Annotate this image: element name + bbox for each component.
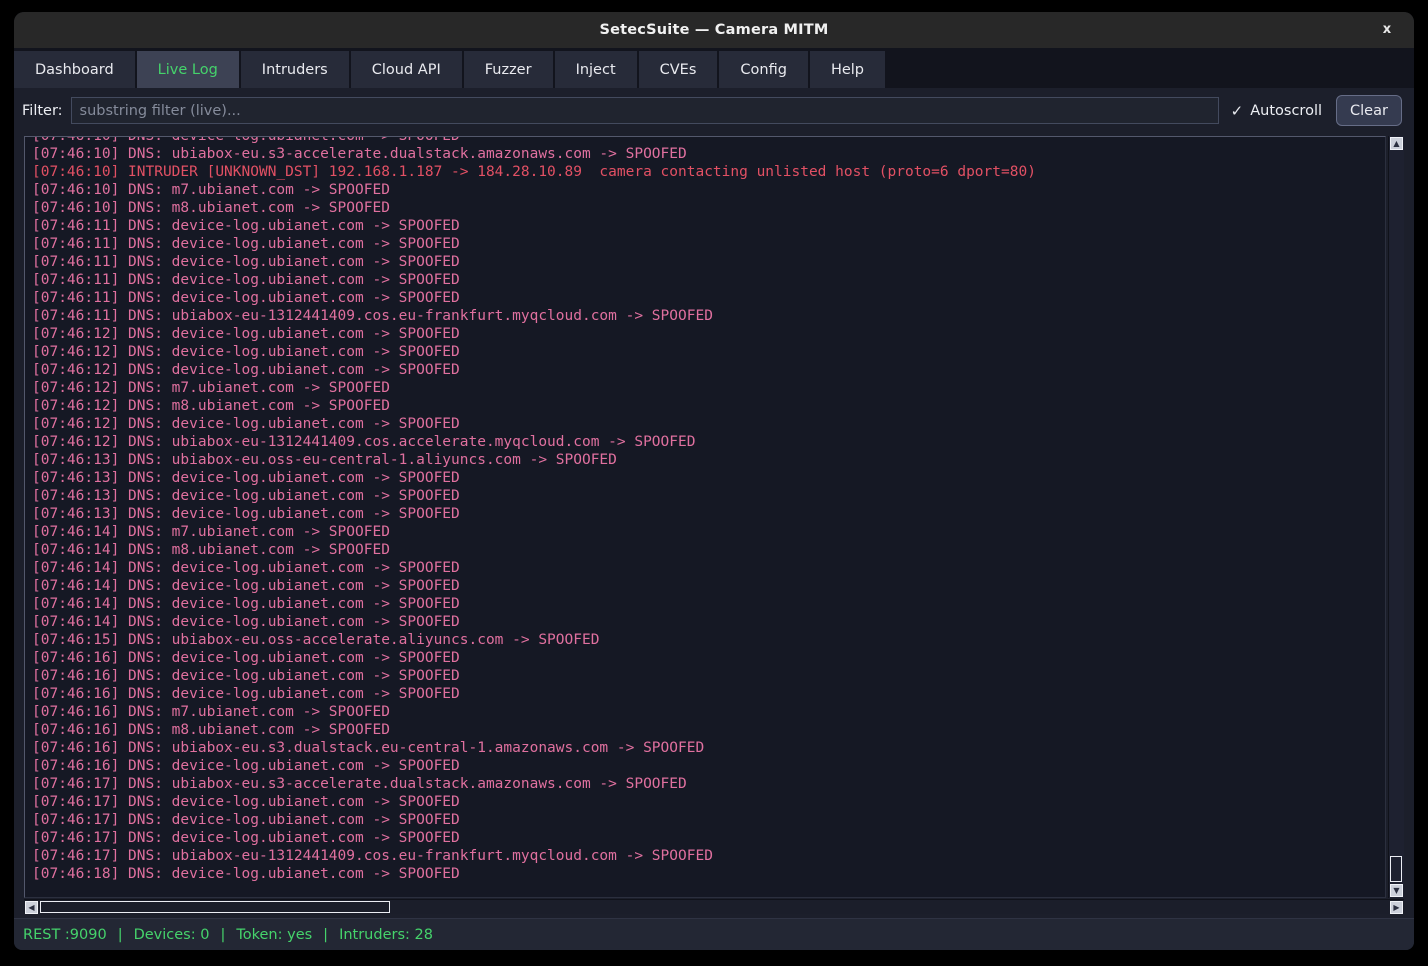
close-button[interactable]: x — [1378, 21, 1396, 39]
log-line: [07:46:14] DNS: device-log.ubianet.com -… — [32, 613, 1385, 631]
log-frame: [07:46:10] DNS: device-log.ubianet.com -… — [24, 136, 1404, 914]
log-line: [07:46:14] DNS: device-log.ubianet.com -… — [32, 595, 1385, 613]
filter-input[interactable] — [71, 97, 1219, 124]
log-line: [07:46:18] DNS: device-log.ubianet.com -… — [32, 865, 1385, 883]
log-line: [07:46:12] DNS: m7.ubianet.com -> SPOOFE… — [32, 379, 1385, 397]
status-separator: | — [323, 927, 328, 943]
log-line: [07:46:10] DNS: device-log.ubianet.com -… — [32, 136, 1385, 145]
log-line: [07:46:17] DNS: device-log.ubianet.com -… — [32, 811, 1385, 829]
status-separator: | — [220, 927, 225, 943]
log-output[interactable]: [07:46:10] DNS: device-log.ubianet.com -… — [24, 136, 1386, 898]
window-title: SetecSuite — Camera MITM — [599, 22, 828, 38]
vertical-scrollbar-thumb[interactable] — [1390, 856, 1402, 882]
status-item: Devices: 0 — [134, 927, 210, 943]
log-line: [07:46:15] DNS: ubiabox-eu.oss-accelerat… — [32, 631, 1385, 649]
log-line: [07:46:16] DNS: ubiabox-eu.s3.dualstack.… — [32, 739, 1385, 757]
log-line: [07:46:11] DNS: ubiabox-eu-1312441409.co… — [32, 307, 1385, 325]
log-line: [07:46:11] DNS: device-log.ubianet.com -… — [32, 235, 1385, 253]
tab-fuzzer[interactable]: Fuzzer — [464, 51, 553, 88]
scroll-down-button[interactable]: ▼ — [1390, 884, 1403, 897]
horizontal-scrollbar[interactable]: ◀ ▶ — [24, 899, 1404, 914]
status-separator: | — [118, 927, 123, 943]
log-line: [07:46:14] DNS: m8.ubianet.com -> SPOOFE… — [32, 541, 1385, 559]
checkmark-icon: ✓ — [1231, 102, 1244, 120]
log-line: [07:46:12] DNS: device-log.ubianet.com -… — [32, 415, 1385, 433]
log-line: [07:46:14] DNS: m7.ubianet.com -> SPOOFE… — [32, 523, 1385, 541]
scroll-right-button[interactable]: ▶ — [1390, 901, 1403, 914]
tab-inject[interactable]: Inject — [555, 51, 637, 88]
title-bar[interactable]: SetecSuite — Camera MITM x — [14, 12, 1414, 48]
scroll-up-button[interactable]: ▲ — [1390, 137, 1403, 150]
log-line: [07:46:13] DNS: device-log.ubianet.com -… — [32, 487, 1385, 505]
status-item: Token: yes — [236, 927, 312, 943]
status-item: Intruders: 28 — [339, 927, 433, 943]
log-line: [07:46:16] DNS: device-log.ubianet.com -… — [32, 667, 1385, 685]
status-item: REST :9090 — [23, 927, 107, 943]
log-line: [07:46:17] DNS: device-log.ubianet.com -… — [32, 829, 1385, 847]
scroll-left-button[interactable]: ◀ — [25, 901, 38, 914]
tab-config[interactable]: Config — [719, 51, 808, 88]
log-line: [07:46:17] DNS: ubiabox-eu.s3-accelerate… — [32, 775, 1385, 793]
autoscroll-checkbox[interactable]: ✓ Autoscroll — [1231, 102, 1322, 120]
log-line: [07:46:13] DNS: ubiabox-eu.oss-eu-centra… — [32, 451, 1385, 469]
log-line: [07:46:16] DNS: m8.ubianet.com -> SPOOFE… — [32, 721, 1385, 739]
log-line: [07:46:12] DNS: device-log.ubianet.com -… — [32, 343, 1385, 361]
tab-live-log[interactable]: Live Log — [137, 51, 239, 88]
log-line: [07:46:10] DNS: m7.ubianet.com -> SPOOFE… — [32, 181, 1385, 199]
tab-help[interactable]: Help — [810, 51, 885, 88]
tab-dashboard[interactable]: Dashboard — [14, 51, 135, 88]
log-line: [07:46:10] DNS: m8.ubianet.com -> SPOOFE… — [32, 199, 1385, 217]
log-line: [07:46:10] DNS: ubiabox-eu.s3-accelerate… — [32, 145, 1385, 163]
log-line: [07:46:12] DNS: device-log.ubianet.com -… — [32, 361, 1385, 379]
log-line: [07:46:16] DNS: m7.ubianet.com -> SPOOFE… — [32, 703, 1385, 721]
log-line: [07:46:17] DNS: device-log.ubianet.com -… — [32, 793, 1385, 811]
log-line: [07:46:11] DNS: device-log.ubianet.com -… — [32, 253, 1385, 271]
log-line: [07:46:14] DNS: device-log.ubianet.com -… — [32, 559, 1385, 577]
log-line: [07:46:12] DNS: device-log.ubianet.com -… — [32, 325, 1385, 343]
tab-bar: DashboardLive LogIntrudersCloud APIFuzze… — [14, 48, 1414, 88]
log-line: [07:46:17] DNS: ubiabox-eu-1312441409.co… — [32, 847, 1385, 865]
log-line: [07:46:12] DNS: m8.ubianet.com -> SPOOFE… — [32, 397, 1385, 415]
autoscroll-label: Autoscroll — [1250, 103, 1322, 119]
vertical-scrollbar[interactable]: ▲ ▼ — [1388, 136, 1404, 898]
log-line: [07:46:12] DNS: ubiabox-eu-1312441409.co… — [32, 433, 1385, 451]
log-line: [07:46:13] DNS: device-log.ubianet.com -… — [32, 469, 1385, 487]
filter-label: Filter: — [22, 103, 63, 119]
log-line: [07:46:14] DNS: device-log.ubianet.com -… — [32, 577, 1385, 595]
filter-row: Filter: ✓ Autoscroll Clear — [14, 88, 1414, 133]
status-bar: REST :9090 | Devices: 0 | Token: yes | Intrude… — [14, 918, 1414, 950]
log-line: [07:46:11] DNS: device-log.ubianet.com -… — [32, 289, 1385, 307]
horizontal-scrollbar-thumb[interactable] — [40, 901, 390, 913]
clear-button[interactable]: Clear — [1336, 95, 1402, 126]
log-line: [07:46:13] DNS: device-log.ubianet.com -… — [32, 505, 1385, 523]
log-line: [07:46:16] DNS: device-log.ubianet.com -… — [32, 685, 1385, 703]
log-line-intruder: [07:46:10] INTRUDER [UNKNOWN_DST] 192.16… — [32, 163, 1385, 181]
log-line: [07:46:16] DNS: device-log.ubianet.com -… — [32, 649, 1385, 667]
tab-cloud-api[interactable]: Cloud API — [351, 51, 462, 88]
tab-intruders[interactable]: Intruders — [241, 51, 349, 88]
log-line: [07:46:16] DNS: device-log.ubianet.com -… — [32, 757, 1385, 775]
log-line: [07:46:11] DNS: device-log.ubianet.com -… — [32, 271, 1385, 289]
log-line: [07:46:11] DNS: device-log.ubianet.com -… — [32, 217, 1385, 235]
tab-cves[interactable]: CVEs — [639, 51, 718, 88]
app-window: SetecSuite — Camera MITM x DashboardLive… — [14, 12, 1414, 950]
